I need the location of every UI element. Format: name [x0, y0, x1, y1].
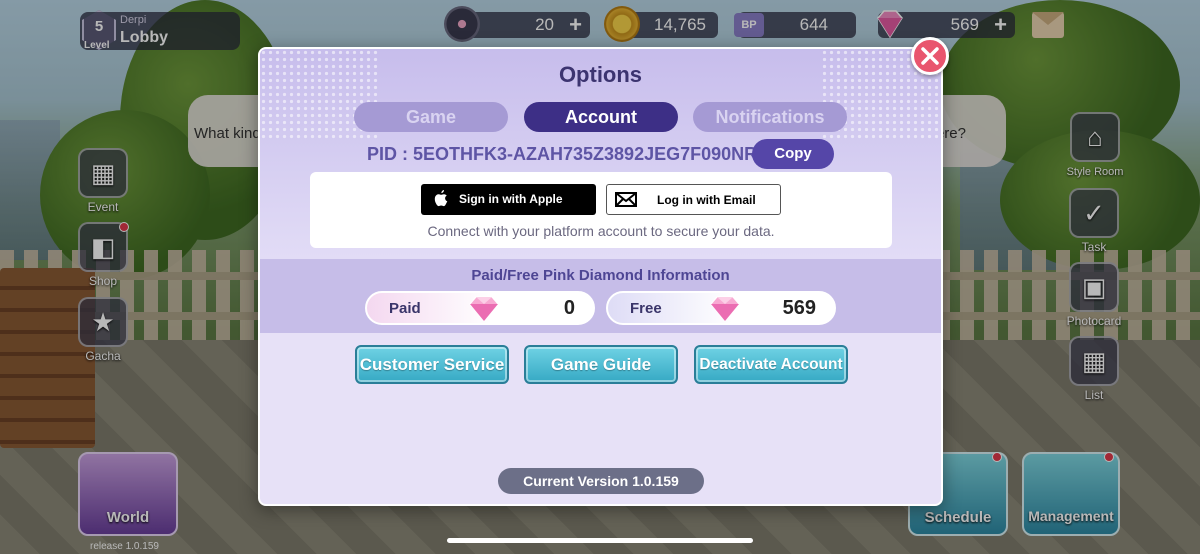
diamond-info-section: Paid/Free Pink Diamond Information Paid …	[260, 259, 941, 333]
dialog-title: Options	[558, 62, 643, 87]
pink-diamond-icon	[469, 296, 499, 322]
current-version: Current Version 1.0.159	[498, 468, 704, 494]
email-label: Log in with Email	[657, 193, 756, 207]
sign-in-with-apple-button[interactable]: Sign in with Apple	[421, 184, 596, 215]
pink-diamond-icon	[710, 296, 740, 322]
link-account-note: Connect with your platform account to se…	[427, 223, 775, 239]
free-diamond-display: Free 569	[606, 291, 836, 325]
tab-account[interactable]: Account	[524, 102, 678, 132]
diamond-info-title: Paid/Free Pink Diamond Information	[471, 267, 730, 284]
deactivate-account-button[interactable]: Deactivate Account	[694, 345, 848, 384]
options-dialog: Options Game Account Notifications PID :…	[258, 47, 943, 506]
game-guide-button[interactable]: Game Guide	[524, 345, 678, 384]
player-id: PID : 5EOTHFK3-AZAH735Z3892JEG7F090NRT	[367, 144, 769, 164]
paid-diamond-display: Paid 0	[365, 291, 595, 325]
paid-label: Paid	[389, 300, 421, 317]
envelope-icon	[615, 192, 637, 207]
free-diamond-count: 569	[782, 297, 816, 319]
free-label: Free	[630, 300, 662, 317]
close-button[interactable]	[911, 37, 949, 75]
log-in-with-email-button[interactable]: Log in with Email	[606, 184, 781, 215]
close-icon	[921, 47, 939, 65]
copy-pid-button[interactable]: Copy	[752, 139, 834, 169]
account-link-panel: Sign in with Apple Log in with Email Con…	[310, 172, 892, 248]
tab-game[interactable]: Game	[354, 102, 508, 132]
apple-label: Sign in with Apple	[459, 192, 563, 206]
tab-notifications[interactable]: Notifications	[693, 102, 847, 132]
paid-diamond-count: 0	[563, 297, 575, 319]
apple-icon	[434, 190, 448, 207]
customer-service-button[interactable]: Customer Service	[355, 345, 509, 384]
home-indicator[interactable]	[447, 538, 753, 543]
